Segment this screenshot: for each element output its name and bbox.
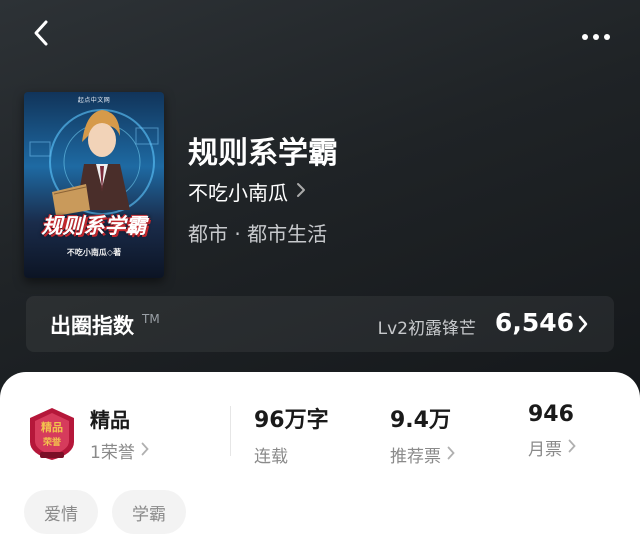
divider [230, 406, 231, 456]
book-title: 规则系学霸 [188, 136, 338, 171]
stat-label: 月票 [528, 435, 576, 460]
author-link[interactable]: 不吃小南瓜 [188, 178, 306, 205]
honor-title: 精品 [90, 408, 130, 432]
book-cover[interactable]: 起点中文网 规则系学霸 不吃小南瓜◇著 [24, 92, 164, 278]
more-dots-icon [581, 26, 611, 45]
chevron-right-icon [296, 179, 306, 203]
cover-publisher: 起点中文网 [77, 97, 111, 104]
stat-word-count: 96万字 连载 [254, 402, 329, 467]
stat-label-text: 连载 [254, 447, 288, 467]
popularity-label: 出圈指数 [50, 314, 134, 338]
popularity-level: Lv2初露锋芒 [377, 319, 476, 339]
chevron-left-icon [32, 19, 50, 51]
cover-title: 规则系学霸 [41, 213, 147, 238]
stat-label: 连载 [254, 442, 329, 467]
book-info-sheet: 精品 荣誉 精品 1荣誉 96万字 连载 9.4万 推荐票 946 月票 爱情 … [0, 372, 640, 549]
svg-text:精品: 精品 [41, 420, 63, 434]
stat-value: 96万字 [254, 408, 329, 433]
honor-link[interactable]: 1荣誉 [90, 438, 149, 463]
popularity-index-bar[interactable]: 出圈指数 TM Lv2初露锋芒 6,546 [26, 296, 614, 352]
more-button[interactable] [576, 18, 616, 52]
popularity-value: 6,546 [494, 308, 574, 337]
book-genre: 都市 · 都市生活 [188, 222, 328, 246]
premium-badge-icon: 精品 荣誉 [26, 406, 78, 462]
stat-label-text: 月票 [528, 440, 562, 460]
chevron-right-icon [447, 445, 455, 465]
tag-chip[interactable]: 爱情 [24, 490, 98, 534]
tag-list: 爱情 学霸 [24, 490, 186, 534]
stat-label-text: 推荐票 [390, 447, 441, 467]
author-name: 不吃小南瓜 [188, 180, 288, 205]
back-button[interactable] [24, 18, 58, 52]
honor-count: 1荣誉 [90, 443, 135, 463]
chevron-right-icon [141, 441, 149, 461]
trademark-mark: TM [142, 312, 160, 326]
book-hero: 起点中文网 规则系学霸 不吃小南瓜◇著 规则系学霸 不吃小南瓜 都市 · 都市生… [0, 0, 640, 420]
stat-recommend-votes[interactable]: 9.4万 推荐票 [390, 402, 455, 467]
chevron-right-icon [568, 438, 576, 458]
cover-author: 不吃小南瓜◇著 [66, 248, 122, 257]
tag-chip[interactable]: 学霸 [112, 490, 186, 534]
stat-monthly-votes[interactable]: 946 月票 [528, 402, 576, 460]
svg-text:荣誉: 荣誉 [42, 436, 62, 448]
stat-value: 946 [528, 402, 574, 427]
stat-value: 9.4万 [390, 408, 451, 433]
chevron-right-icon [578, 315, 588, 337]
stat-label: 推荐票 [390, 442, 455, 467]
